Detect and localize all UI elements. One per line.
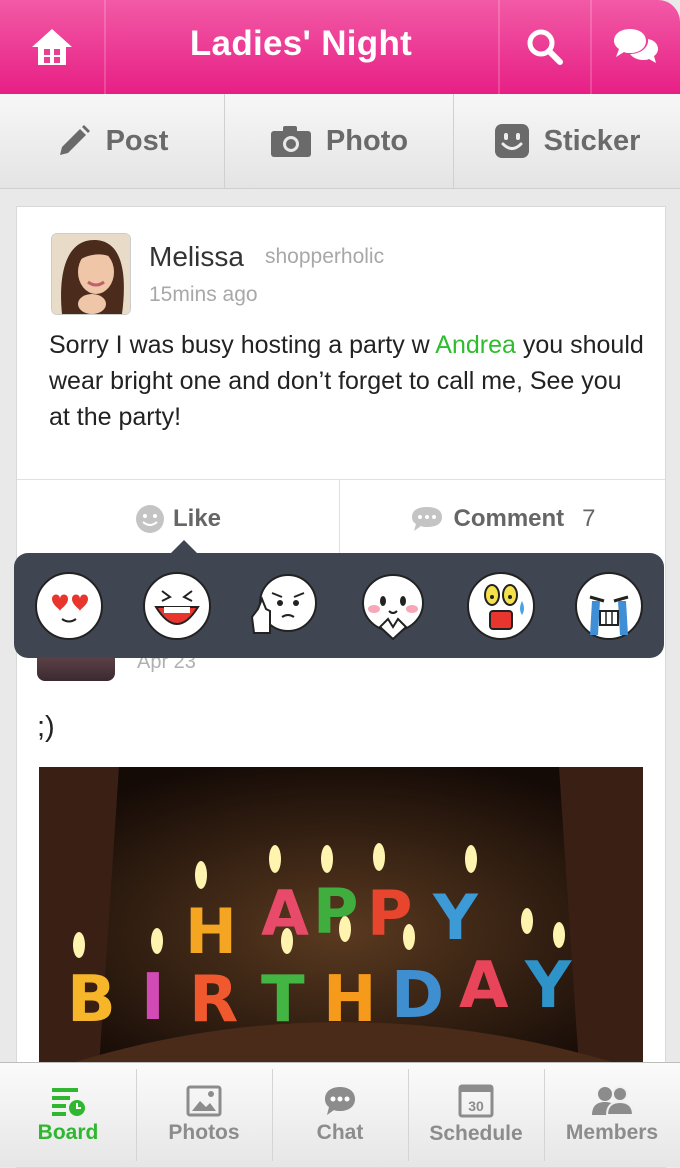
tab-members[interactable]: Members bbox=[544, 1063, 680, 1167]
avatar[interactable] bbox=[51, 233, 131, 315]
post-text: Sorry I was busy hosting a party w Andre… bbox=[49, 327, 649, 435]
action-bar: Post Photo Sticker bbox=[0, 94, 680, 189]
laughing-sticker[interactable] bbox=[142, 571, 212, 641]
calendar-day: 30 bbox=[468, 1098, 484, 1114]
search-icon bbox=[527, 29, 563, 65]
sticker-icon bbox=[494, 124, 529, 158]
tab-label: Board bbox=[37, 1121, 99, 1144]
sticker-picker bbox=[14, 540, 664, 658]
svg-text:R: R bbox=[189, 963, 238, 1037]
post-text: ;) bbox=[37, 711, 55, 743]
post-card: Melissa shopperholic 15mins ago Sorry I … bbox=[16, 206, 666, 1168]
mention-link[interactable]: Andrea bbox=[435, 331, 516, 359]
post-label: Post bbox=[105, 124, 169, 157]
header-bar: Ladies' Night bbox=[0, 0, 680, 94]
tab-label: Photos bbox=[168, 1121, 240, 1144]
popup-arrow bbox=[170, 540, 198, 554]
post-text-part: Sorry I was busy hosting a party w bbox=[49, 331, 436, 359]
svg-text:D: D bbox=[391, 959, 444, 1033]
home-icon bbox=[32, 29, 72, 65]
svg-text:P: P bbox=[313, 875, 358, 948]
blushing-sticker[interactable] bbox=[358, 571, 428, 641]
svg-text:Y: Y bbox=[432, 881, 479, 954]
photo-button[interactable]: Photo bbox=[225, 94, 453, 188]
svg-text:A: A bbox=[261, 877, 309, 950]
shocked-sticker[interactable] bbox=[466, 571, 536, 641]
comment-label: Comment bbox=[453, 505, 565, 532]
pencil-icon bbox=[59, 125, 90, 155]
comment-button[interactable]: Comment 7 bbox=[340, 480, 665, 558]
post-photo[interactable]: H A P P Y B I R T H D A Y bbox=[39, 767, 643, 1067]
page-title: Ladies' Night bbox=[189, 24, 413, 63]
board-icon bbox=[52, 1088, 85, 1116]
sticker-button[interactable]: Sticker bbox=[454, 94, 680, 188]
svg-text:H: H bbox=[185, 895, 237, 968]
camera-icon bbox=[270, 126, 311, 157]
like-label: Like bbox=[172, 505, 222, 532]
post-author-role: shopperholic bbox=[265, 245, 385, 268]
tab-label: Chat bbox=[316, 1121, 364, 1144]
tab-label: Members bbox=[565, 1121, 659, 1144]
svg-text:P: P bbox=[367, 877, 412, 950]
thumbs-up-sticker[interactable] bbox=[248, 571, 318, 641]
avatar-photo bbox=[52, 234, 130, 314]
smiley-icon bbox=[135, 505, 164, 533]
svg-text:B: B bbox=[67, 963, 116, 1037]
chat-button[interactable] bbox=[592, 0, 680, 94]
post-time: 15mins ago bbox=[149, 283, 258, 306]
members-icon bbox=[592, 1086, 634, 1116]
tab-photos[interactable]: Photos bbox=[136, 1063, 272, 1167]
comment-icon bbox=[412, 507, 443, 531]
sticker-label: Sticker bbox=[543, 124, 641, 157]
birthday-candles-image: H A P P Y B I R T H D A Y bbox=[39, 767, 643, 1067]
svg-text:H: H bbox=[323, 963, 377, 1037]
svg-text:Y: Y bbox=[524, 949, 572, 1023]
chat-icon bbox=[325, 1087, 355, 1115]
tab-schedule[interactable]: 30 Schedule bbox=[408, 1063, 544, 1167]
svg-text:T: T bbox=[261, 963, 305, 1037]
tab-label: Schedule bbox=[429, 1122, 523, 1145]
post-button[interactable]: Post bbox=[0, 94, 224, 188]
home-button[interactable] bbox=[0, 0, 104, 94]
chat-bubbles-icon bbox=[614, 29, 658, 63]
tab-chat[interactable]: Chat bbox=[272, 1063, 408, 1167]
tab-board[interactable]: Board bbox=[0, 1063, 136, 1167]
tab-bar: Board Photos Chat 30 Schedule Members bbox=[0, 1062, 680, 1167]
svg-text:A: A bbox=[459, 949, 509, 1023]
calendar-icon: 30 bbox=[458, 1084, 494, 1118]
photo-label: Photo bbox=[325, 124, 409, 157]
svg-text:I: I bbox=[141, 961, 165, 1035]
search-button[interactable] bbox=[500, 0, 590, 94]
crying-sticker[interactable] bbox=[574, 571, 644, 641]
like-comment-bar: Like Comment 7 bbox=[17, 479, 665, 558]
heart-eyes-sticker[interactable] bbox=[34, 571, 104, 641]
photos-icon bbox=[186, 1085, 222, 1117]
post-author[interactable]: Melissa bbox=[149, 241, 244, 273]
comment-count: 7 bbox=[582, 505, 596, 532]
